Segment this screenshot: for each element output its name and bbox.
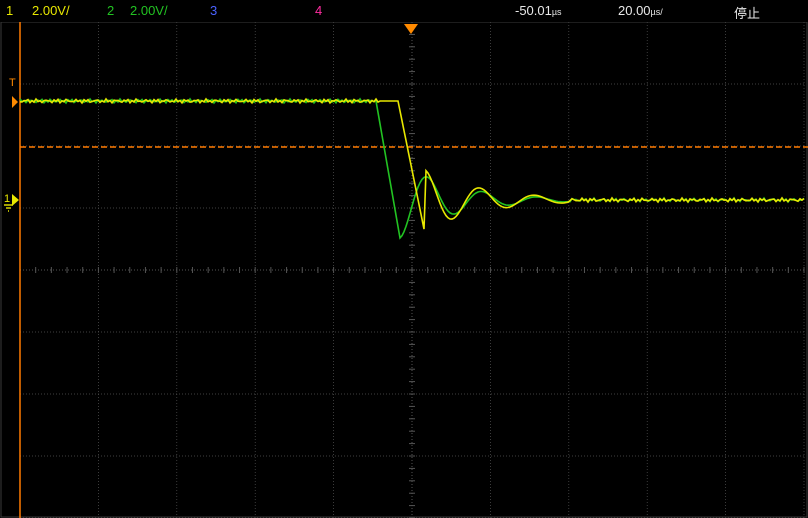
run-state[interactable]: 停止 bbox=[734, 3, 760, 22]
status-bar: 1 2.00V/ 2 2.00V/ 3 4 -50.01µs 20.00µs/ … bbox=[0, 0, 808, 22]
time-offset[interactable]: -50.01µs bbox=[515, 3, 562, 18]
ch1-scale[interactable]: 2.00V/ bbox=[32, 3, 70, 18]
graticule bbox=[0, 22, 808, 518]
ch2-scale[interactable]: 2.00V/ bbox=[130, 3, 168, 18]
ch1-number[interactable]: 1 bbox=[6, 3, 13, 18]
time-scale-unit: µs/ bbox=[650, 7, 663, 17]
scope-svg: T 1 bbox=[0, 22, 808, 518]
waveform-display: T 1 bbox=[0, 22, 808, 518]
ch1-ground-label: 1 bbox=[4, 193, 10, 205]
ch2-number[interactable]: 2 bbox=[107, 3, 114, 18]
trigger-position-marker[interactable] bbox=[404, 24, 418, 34]
ch3-number[interactable]: 3 bbox=[210, 3, 217, 18]
time-offset-unit: µs bbox=[551, 7, 562, 17]
time-scale[interactable]: 20.00µs/ bbox=[618, 3, 663, 18]
ground-icon bbox=[4, 204, 13, 212]
trigger-level-label: T bbox=[9, 77, 16, 89]
trigger-level-marker[interactable] bbox=[12, 96, 18, 108]
ch1-ground-marker[interactable] bbox=[12, 194, 19, 206]
ch4-number[interactable]: 4 bbox=[315, 3, 322, 18]
